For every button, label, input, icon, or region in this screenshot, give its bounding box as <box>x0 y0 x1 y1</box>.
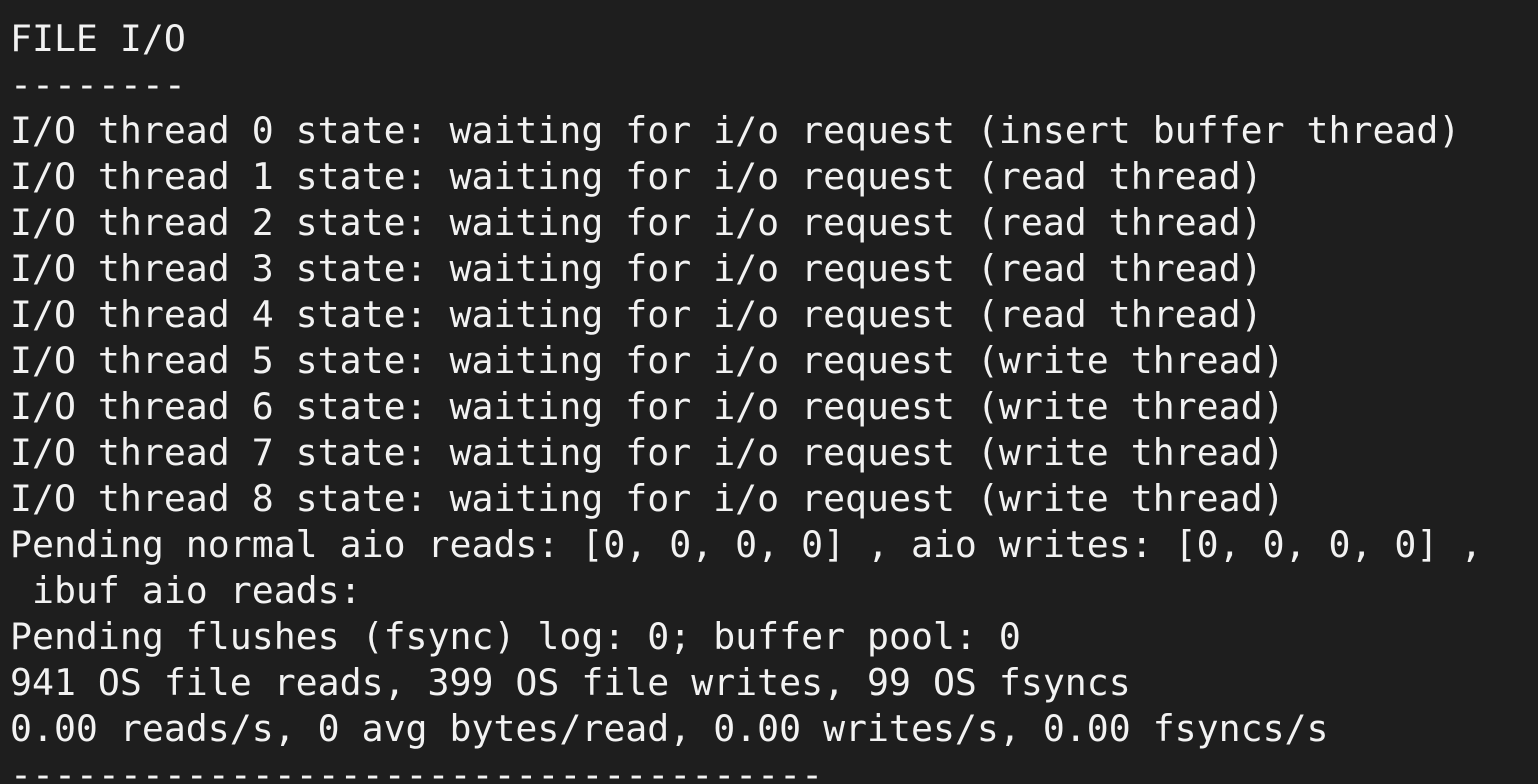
io-thread-3-status: I/O thread 3 state: waiting for i/o requ… <box>10 247 1263 290</box>
pending-ibuf-line: ibuf aio reads: <box>10 569 362 612</box>
io-thread-0-status: I/O thread 0 state: waiting for i/o requ… <box>10 109 1461 152</box>
io-thread-2-status: I/O thread 2 state: waiting for i/o requ… <box>10 201 1263 244</box>
io-thread-8-status: I/O thread 8 state: waiting for i/o requ… <box>10 477 1285 520</box>
section-underline: -------- <box>10 63 186 106</box>
io-thread-4-status: I/O thread 4 state: waiting for i/o requ… <box>10 293 1263 336</box>
os-file-stats-line: 941 OS file reads, 399 OS file writes, 9… <box>10 661 1131 704</box>
pending-aio-line: Pending normal aio reads: [0, 0, 0, 0] ,… <box>10 523 1483 566</box>
io-thread-7-status: I/O thread 7 state: waiting for i/o requ… <box>10 431 1285 474</box>
io-thread-5-status: I/O thread 5 state: waiting for i/o requ… <box>10 339 1285 382</box>
io-rates-line: 0.00 reads/s, 0 avg bytes/read, 0.00 wri… <box>10 707 1329 750</box>
terminal-window: FILE I/O -------- I/O thread 0 state: wa… <box>0 0 1538 784</box>
section-divider: ------------------------------------- <box>10 753 824 784</box>
section-title: FILE I/O <box>10 17 186 60</box>
io-thread-1-status: I/O thread 1 state: waiting for i/o requ… <box>10 155 1263 198</box>
io-thread-6-status: I/O thread 6 state: waiting for i/o requ… <box>10 385 1285 428</box>
pending-flushes-line: Pending flushes (fsync) log: 0; buffer p… <box>10 615 1021 658</box>
